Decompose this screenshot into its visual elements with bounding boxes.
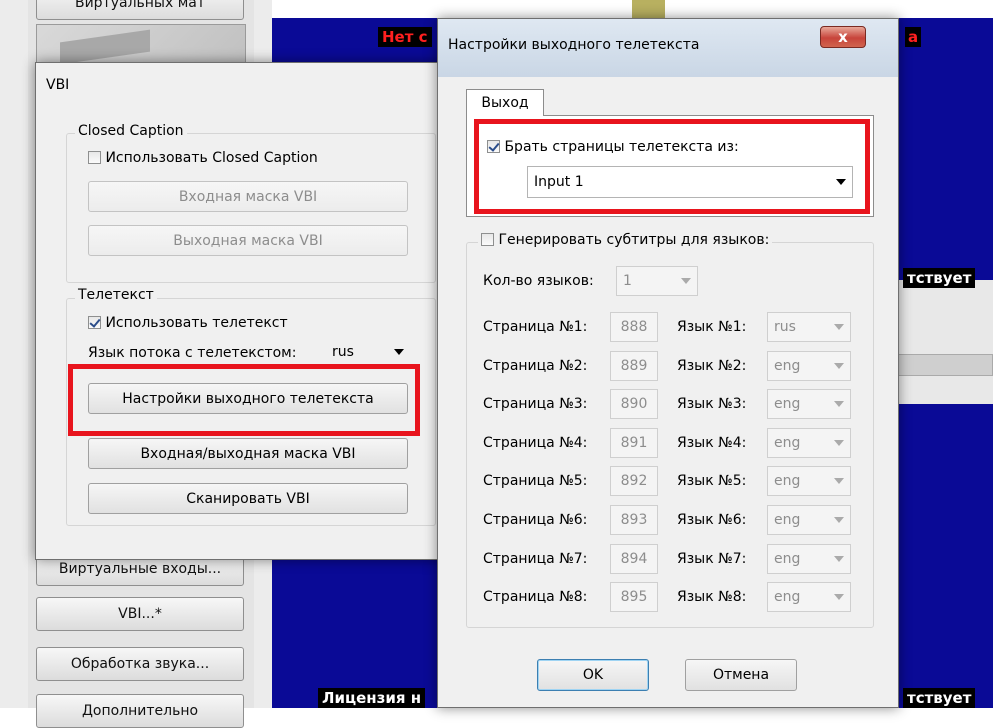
teletext-legend: Телетекст (75, 287, 157, 303)
page-number-input[interactable]: 890 (610, 389, 658, 420)
chevron-down-icon (394, 349, 404, 355)
stream-language-select[interactable]: rus (326, 339, 410, 365)
scan-vbi-button[interactable]: Сканировать VBI (88, 483, 408, 514)
page-label: Страница №1: (483, 319, 588, 335)
subtitles-checkbox-box[interactable] (481, 233, 494, 246)
language-select-value: rus (774, 319, 796, 335)
page-label: Страница №7: (483, 550, 588, 567)
language-select-value: eng (774, 434, 801, 451)
vbi-dialog-title: VBI (46, 77, 70, 93)
language-select-value: eng (774, 589, 801, 606)
cc-output-mask-button[interactable]: Выходная маска VBI (88, 225, 408, 256)
chevron-down-icon (834, 401, 844, 408)
page-label: Страница №4: (483, 434, 588, 451)
divider-indicator (632, 0, 665, 18)
absent-overlay-bottom: тствует (903, 688, 976, 708)
language-select[interactable]: rus (767, 312, 851, 342)
cc-input-mask-button[interactable]: Входная маска VBI (88, 181, 408, 212)
language-count-select[interactable]: 1 (616, 266, 698, 296)
page-label: Страница №3: (483, 396, 588, 413)
language-label: Язык №8: (677, 589, 747, 606)
language-label: Язык №1: (677, 319, 747, 335)
language-select-value: eng (774, 473, 801, 490)
chevron-down-icon (834, 439, 844, 446)
teletext-dialog-title: Настройки выходного телетекста (448, 37, 700, 53)
use-teletext-checkbox[interactable]: Использовать телетекст (88, 315, 288, 331)
chevron-down-icon (834, 362, 844, 369)
language-select[interactable]: eng (767, 543, 851, 574)
chevron-down-icon (834, 517, 844, 523)
language-select-value: eng (774, 357, 801, 374)
chevron-down-icon (834, 478, 844, 485)
absent-overlay-mid: тствует (903, 268, 976, 288)
language-select-value: eng (774, 396, 801, 413)
signal-overlay-right: а (905, 27, 922, 47)
license-overlay: Лицензия н (318, 688, 426, 708)
language-select[interactable]: eng (767, 582, 851, 613)
language-label: Язык №4: (677, 434, 747, 451)
stream-language-label: Язык потока с телетекстом: (88, 345, 297, 361)
chevron-down-icon (834, 324, 844, 330)
page-label: Страница №8: (483, 589, 588, 606)
language-select[interactable]: eng (767, 427, 851, 458)
language-label: Язык №3: (677, 396, 747, 413)
close-icon: x (838, 28, 848, 46)
page-number-input[interactable]: 888 (610, 312, 658, 342)
chevron-down-icon (681, 278, 691, 284)
right-control-bar[interactable] (890, 354, 993, 376)
ok-button[interactable]: OK (537, 659, 649, 691)
closed-caption-legend: Closed Caption (75, 123, 187, 139)
vbi-button[interactable]: VBI...* (36, 597, 244, 631)
language-select-value: eng (774, 512, 801, 528)
chevron-down-icon (834, 594, 844, 601)
language-label: Язык №2: (677, 357, 747, 374)
page-label: Страница №6: (483, 512, 588, 528)
highlight-source-section (474, 119, 870, 214)
page-number-input[interactable]: 892 (610, 466, 658, 497)
vbi-dialog: VBI Closed Caption Использовать Closed C… (35, 62, 449, 560)
background-bottom-button[interactable]: Дополнительно (36, 694, 244, 728)
language-select-value: eng (774, 550, 801, 567)
io-mask-button[interactable]: Входная/выходная маска VBI (88, 438, 408, 469)
language-label: Язык №5: (677, 473, 747, 490)
chevron-down-icon (834, 555, 844, 562)
sound-processing-button[interactable]: Обработка звука... (36, 647, 244, 681)
page-number-input[interactable]: 889 (610, 350, 658, 381)
page-number-input[interactable]: 891 (610, 427, 658, 458)
language-select[interactable]: eng (767, 505, 851, 535)
highlight-settings-button (68, 364, 420, 436)
language-select[interactable]: eng (767, 389, 851, 420)
use-closed-caption-checkbox[interactable]: Использовать Closed Caption (88, 150, 318, 166)
tab-output[interactable]: Выход (466, 89, 544, 116)
subtitles-checkbox[interactable]: Генерировать субтитры для языков: (478, 232, 773, 248)
page-label: Страница №2: (483, 357, 588, 374)
closed-caption-checkbox-box[interactable] (88, 151, 101, 164)
background-top-button[interactable]: Виртуальных мат (36, 0, 244, 20)
language-select[interactable]: eng (767, 466, 851, 497)
language-count-label: Кол-во языков: (483, 273, 594, 289)
cancel-button[interactable]: Отмена (685, 659, 797, 691)
close-button[interactable]: x (820, 26, 866, 48)
language-label: Язык №6: (677, 512, 747, 528)
page-number-input[interactable]: 895 (610, 582, 658, 613)
page-label: Страница №5: (483, 473, 588, 490)
page-number-input[interactable]: 893 (610, 505, 658, 535)
teletext-checkbox-box[interactable] (88, 316, 101, 329)
page-number-input[interactable]: 894 (610, 543, 658, 574)
no-signal-overlay: Нет с (378, 27, 432, 47)
language-label: Язык №7: (677, 550, 747, 567)
language-select[interactable]: eng (767, 350, 851, 381)
